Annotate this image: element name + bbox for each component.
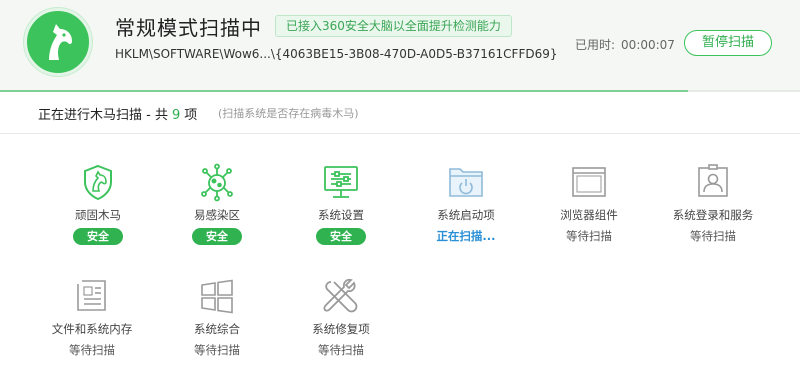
browser-window-icon: [569, 162, 609, 202]
horse-shield-icon: [24, 8, 92, 76]
status-badge: 安全: [73, 228, 123, 245]
section-suffix: 项: [184, 108, 198, 123]
elapsed-value: 00:00:07: [621, 38, 675, 52]
virus-icon: [197, 162, 237, 202]
status-badge: 安全: [316, 228, 366, 245]
pause-scan-button[interactable]: 暂停扫描: [684, 30, 772, 56]
tools-icon: [321, 276, 361, 316]
item-label: 系统综合: [194, 322, 240, 336]
item-label: 系统设置: [318, 208, 364, 222]
item-count: 9: [171, 108, 181, 123]
current-scan-path: HKLM\SOFTWARE\Wow6...\{4063BE15-3B08-470…: [115, 47, 558, 61]
status-badge: 安全: [192, 228, 242, 245]
status-text: 正在扫描...: [436, 229, 496, 243]
item-label: 易感染区: [194, 208, 240, 222]
section-title: 正在进行木马扫描 - 共9项: [38, 104, 197, 123]
item-label: 系统启动项: [437, 208, 495, 222]
item-label: 系统登录和服务: [672, 208, 754, 222]
monitor-settings-icon: [321, 162, 361, 202]
document-icon: [72, 276, 112, 316]
elapsed-time: 已用时: 00:00:07: [575, 36, 675, 53]
startup-folder-icon: [446, 162, 486, 202]
item-label: 文件和系统内存: [51, 322, 133, 336]
status-text: 等待扫描: [318, 343, 364, 357]
elapsed-label: 已用时:: [575, 38, 616, 52]
section-hint: (扫描系统是否存在病毒木马): [218, 107, 359, 120]
status-text: 等待扫描: [690, 229, 736, 243]
scan-header: 常规模式扫描中 已接入360安全大脑以全面提升检测能力 HKLM\SOFTWAR…: [0, 0, 800, 92]
status-text: 等待扫描: [566, 229, 612, 243]
user-card-icon: [693, 162, 733, 202]
section-header: 正在进行木马扫描 - 共9项 (扫描系统是否存在病毒木马): [0, 92, 800, 134]
brain-connected-badge: 已接入360安全大脑以全面提升检测能力: [275, 15, 512, 37]
windows-logo-icon: [197, 276, 237, 316]
status-text: 等待扫描: [69, 343, 115, 357]
item-label: 系统修复项: [312, 322, 370, 336]
page-title: 常规模式扫描中: [115, 16, 262, 40]
horse-shield-icon: [78, 162, 118, 202]
status-text: 等待扫描: [194, 343, 240, 357]
item-label: 浏览器组件: [560, 208, 618, 222]
item-label: 顽固木马: [75, 208, 121, 222]
section-prefix: 正在进行木马扫描 - 共: [38, 108, 168, 123]
